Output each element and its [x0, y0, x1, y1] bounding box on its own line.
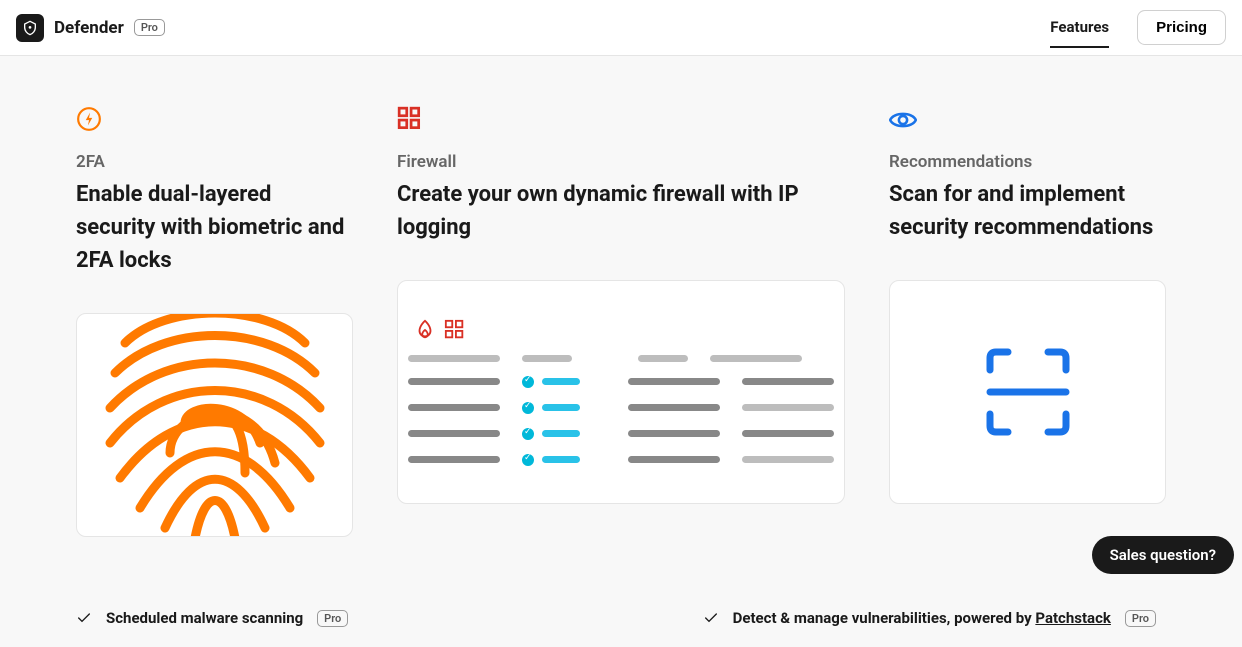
- pro-badge: Pro: [317, 610, 348, 627]
- pro-badge: Pro: [134, 19, 165, 36]
- card-title: Scan for and implement security recommen…: [889, 178, 1166, 244]
- feature-section: 2FA Enable dual-layered security with bi…: [0, 56, 1242, 647]
- bolt-circle-icon: [76, 106, 353, 134]
- feature-text: Detect & manage vulnerabilities, powered…: [733, 609, 1111, 627]
- patchstack-link[interactable]: Patchstack: [1035, 609, 1111, 627]
- site-header: Defender Pro Features Pricing: [0, 0, 1242, 56]
- card-label: Recommendations: [889, 152, 1166, 172]
- scan-illustration: [889, 280, 1166, 504]
- eye-icon: [889, 106, 1166, 134]
- nav-pricing-button[interactable]: Pricing: [1137, 10, 1226, 45]
- card-title: Create your own dynamic firewall with IP…: [397, 178, 845, 244]
- brand: Defender Pro: [16, 14, 165, 42]
- nav-features[interactable]: Features: [1050, 18, 1109, 48]
- feature-checklist: Scheduled malware scanning Pro Detect & …: [76, 609, 1166, 627]
- check-icon: [703, 610, 719, 626]
- pro-badge: Pro: [1125, 610, 1156, 627]
- feature-item: Detect & manage vulnerabilities, powered…: [703, 609, 1156, 627]
- card-firewall: Firewall Create your own dynamic firewal…: [397, 106, 845, 537]
- card-label: 2FA: [76, 152, 353, 172]
- brand-name: Defender: [54, 18, 124, 38]
- card-label: Firewall: [397, 152, 845, 172]
- check-icon: [76, 610, 92, 626]
- grid-icon: [397, 106, 845, 134]
- card-recommendations: Recommendations Scan for and implement s…: [889, 106, 1166, 537]
- fingerprint-illustration: [76, 313, 353, 537]
- card-title: Enable dual-layered security with biomet…: [76, 178, 353, 277]
- top-nav: Features Pricing: [1050, 10, 1226, 45]
- feature-item: Scheduled malware scanning Pro: [76, 609, 348, 627]
- firewall-illustration: [397, 280, 845, 504]
- shield-icon: [16, 14, 44, 42]
- feature-cards: 2FA Enable dual-layered security with bi…: [76, 106, 1166, 537]
- feature-text: Scheduled malware scanning: [106, 609, 303, 627]
- feature-text-prefix: Detect & manage vulnerabilities, powered…: [733, 609, 1036, 627]
- sales-chat-button[interactable]: Sales question?: [1092, 536, 1234, 574]
- card-2fa: 2FA Enable dual-layered security with bi…: [76, 106, 353, 537]
